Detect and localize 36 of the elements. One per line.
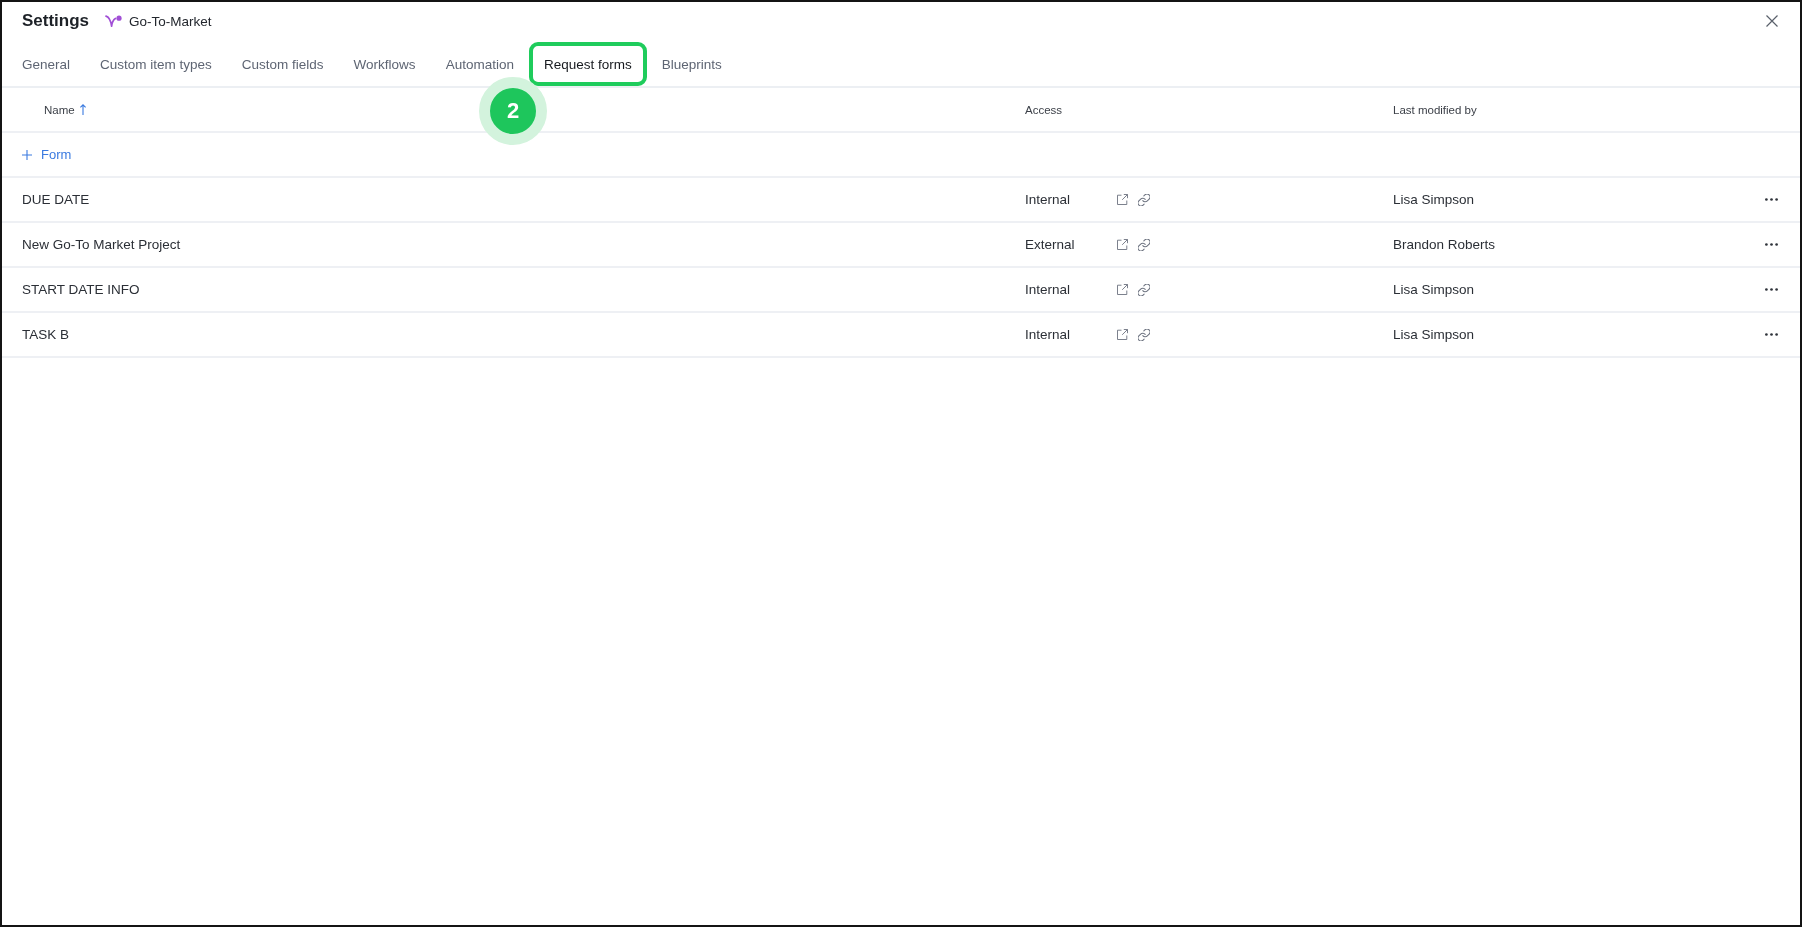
column-header[interactable]: Last modified by xyxy=(1393,103,1477,116)
access-cell-text: External xyxy=(1025,237,1076,252)
form-name-cell: TASK B xyxy=(22,327,69,342)
link-icon[interactable] xyxy=(1138,328,1150,341)
external-link-icon[interactable] xyxy=(1117,329,1128,340)
step-badge: 2 xyxy=(479,77,547,145)
link-icon[interactable] xyxy=(1138,283,1150,296)
form-name-cell: START DATE INFO xyxy=(22,282,140,297)
more-options-icon[interactable] xyxy=(1765,288,1778,291)
window-title: Settings xyxy=(22,11,90,31)
access-cell-text: Internal xyxy=(1025,282,1072,297)
sort-up-icon xyxy=(79,104,86,115)
modified-by-cell: Brandon Roberts xyxy=(1393,237,1496,252)
external-link-icon[interactable] xyxy=(1117,239,1128,250)
modified-by-cell: Lisa Simpson xyxy=(1393,282,1475,297)
plus-icon xyxy=(22,149,32,160)
access-cell-text: Internal xyxy=(1025,327,1072,342)
link-icon[interactable] xyxy=(1138,238,1150,251)
modified-by-cell: Lisa Simpson xyxy=(1393,327,1475,342)
more-options-icon[interactable] xyxy=(1765,333,1778,336)
column-header[interactable]: Name xyxy=(22,103,86,116)
form-name-cell: New Go-To Market Project xyxy=(22,237,181,252)
more-options-icon[interactable] xyxy=(1765,198,1778,201)
modified-by-cell: Lisa Simpson xyxy=(1393,192,1475,207)
workspace-logo-icon xyxy=(105,15,123,27)
more-options-icon[interactable] xyxy=(1765,243,1778,246)
access-cell-text: Internal xyxy=(1025,192,1072,207)
form-name-cell: DUE DATE xyxy=(22,192,90,207)
add-form-button[interactable]: Form xyxy=(22,147,72,162)
settings-tab[interactable]: Request forms xyxy=(528,42,647,86)
workspace-name: Go-To-Market xyxy=(129,13,212,29)
external-link-icon[interactable] xyxy=(1117,284,1128,295)
column-header[interactable]: Access xyxy=(1025,103,1063,116)
external-link-icon[interactable] xyxy=(1117,194,1128,205)
close-icon[interactable] xyxy=(1766,15,1778,27)
link-icon[interactable] xyxy=(1138,193,1150,206)
